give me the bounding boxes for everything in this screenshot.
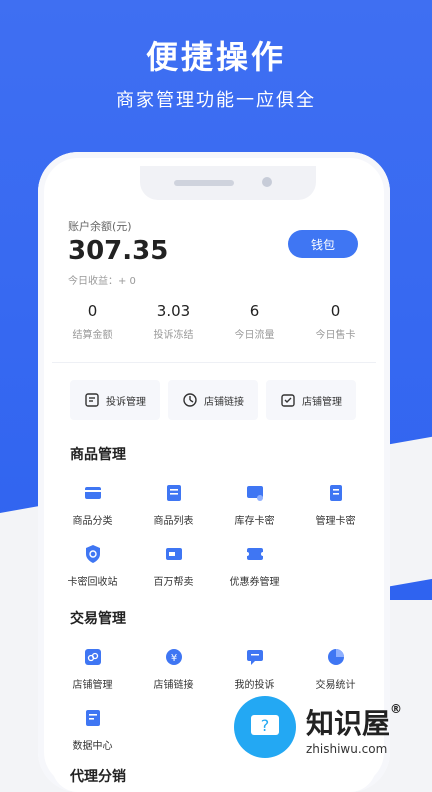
list-icon (166, 485, 181, 501)
goods-grid: 商品分类 商品列表 库存卡密 管理卡密 卡密回收站 百万帮卖 优惠券管理 (52, 482, 376, 604)
divider (52, 362, 376, 363)
section-title-goods: 商品管理 (70, 447, 126, 463)
pie-icon (327, 649, 344, 665)
quick-shop-link-button[interactable]: 店铺链接 (168, 380, 258, 420)
grid-item-million-sell[interactable]: 百万帮卖 (133, 543, 214, 588)
grid-label: 百万帮卖 (153, 577, 194, 588)
registered-mark: ® (390, 702, 403, 716)
today-income: 今日收益：+ 0 (68, 276, 136, 287)
section-title-trade: 交易管理 (70, 611, 126, 627)
stat-value: 3.03 (156, 302, 191, 320)
watermark-brand: 知识屋® (306, 702, 402, 742)
grid-item-goods-list[interactable]: 商品列表 (133, 482, 214, 527)
quick-shop-manage-button[interactable]: 店铺管理 (266, 380, 356, 420)
card-category-icon (84, 487, 101, 499)
grid-label: 交易统计 (315, 680, 356, 691)
grid-label: 管理卡密 (315, 516, 356, 527)
inventory-card-icon (246, 486, 263, 501)
grid-item-data-center[interactable]: 数据中心 (52, 707, 133, 752)
grid-label: 数据中心 (72, 741, 113, 752)
stats-row: 0 结算金额 3.03 投诉冻结 6 今日流量 0 今日售卡 (52, 302, 376, 341)
watermark-domain: zhishiwu.com (306, 742, 388, 756)
grid-label: 优惠券管理 (229, 577, 280, 588)
shop-link-icon (84, 649, 101, 665)
grid-label: 卡密回收站 (67, 577, 118, 588)
data-center-icon (85, 710, 100, 726)
chat-icon (246, 650, 263, 665)
grid-item-coupon[interactable]: 优惠券管理 (214, 543, 295, 588)
quick-label: 店铺链接 (204, 396, 244, 408)
quick-label: 店铺管理 (302, 396, 342, 408)
balance-value: 307.35 (68, 236, 169, 266)
camera-icon (262, 177, 272, 187)
grid-item-my-complaint[interactable]: 我的投诉 (214, 646, 295, 691)
watermark-brand-text: 知识屋 (306, 707, 391, 740)
stat-label: 今日流量 (234, 330, 275, 341)
stat-today-traffic[interactable]: 6 今日流量 (214, 302, 295, 341)
watermark: ? 知识屋® zhishiwu.com (228, 692, 428, 764)
grid-item-inventory-card[interactable]: 库存卡密 (214, 482, 295, 527)
promo-headline: 便捷操作 (145, 38, 286, 76)
grid-item-manage-card[interactable]: 管理卡密 (295, 482, 376, 527)
sell-help-icon (165, 548, 182, 560)
grid-item-shop-manage[interactable]: 店铺管理 (52, 646, 133, 691)
stat-settlement[interactable]: 0 结算金额 (52, 302, 133, 341)
section-title-agent: 代理分销 (70, 769, 126, 785)
grid-label: 我的投诉 (234, 680, 275, 691)
coupon-icon (244, 548, 265, 560)
phone-notch (140, 166, 316, 200)
grid-item-trade-stats[interactable]: 交易统计 (295, 646, 376, 691)
complaint-icon (84, 392, 100, 408)
stat-value: 0 (87, 302, 98, 320)
stat-label: 结算金额 (72, 330, 113, 341)
yen-icon: ¥ (165, 649, 182, 665)
grid-label: 商品列表 (153, 516, 194, 527)
recycle-shield-icon (85, 545, 100, 563)
stat-value: 0 (330, 302, 341, 320)
clock-link-icon (182, 392, 198, 408)
svg-text:?: ? (261, 716, 270, 735)
stat-today-sold[interactable]: 0 今日售卡 (295, 302, 376, 341)
grid-label: 库存卡密 (234, 516, 275, 527)
grid-spacer (295, 543, 376, 588)
grid-item-goods-category[interactable]: 商品分类 (52, 482, 133, 527)
manage-card-icon (329, 485, 342, 501)
quick-complaint-button[interactable]: 投诉管理 (70, 380, 160, 420)
stat-complaint-frozen[interactable]: 3.03 投诉冻结 (133, 302, 214, 341)
quick-label: 投诉管理 (106, 396, 146, 408)
promo-subline: 商家管理功能一应俱全 (116, 90, 316, 111)
stat-label: 投诉冻结 (153, 330, 194, 341)
watermark-question-icon: ? (234, 696, 296, 758)
shop-manage-icon (280, 392, 296, 408)
grid-label: 店铺管理 (72, 680, 113, 691)
grid-item-shop-link[interactable]: ¥ 店铺链接 (133, 646, 214, 691)
balance-label: 账户余额(元) (68, 220, 132, 233)
quick-actions: 投诉管理 店铺链接 店铺管理 (70, 380, 356, 420)
grid-item-card-recycle[interactable]: 卡密回收站 (52, 543, 133, 588)
speaker-icon (174, 180, 234, 186)
stat-label: 今日售卡 (315, 330, 356, 341)
wallet-button[interactable]: 钱包 (288, 230, 358, 258)
grid-label: 商品分类 (72, 516, 113, 527)
stat-value: 6 (249, 302, 260, 320)
grid-label: 店铺链接 (153, 680, 194, 691)
svg-text:¥: ¥ (170, 653, 176, 664)
